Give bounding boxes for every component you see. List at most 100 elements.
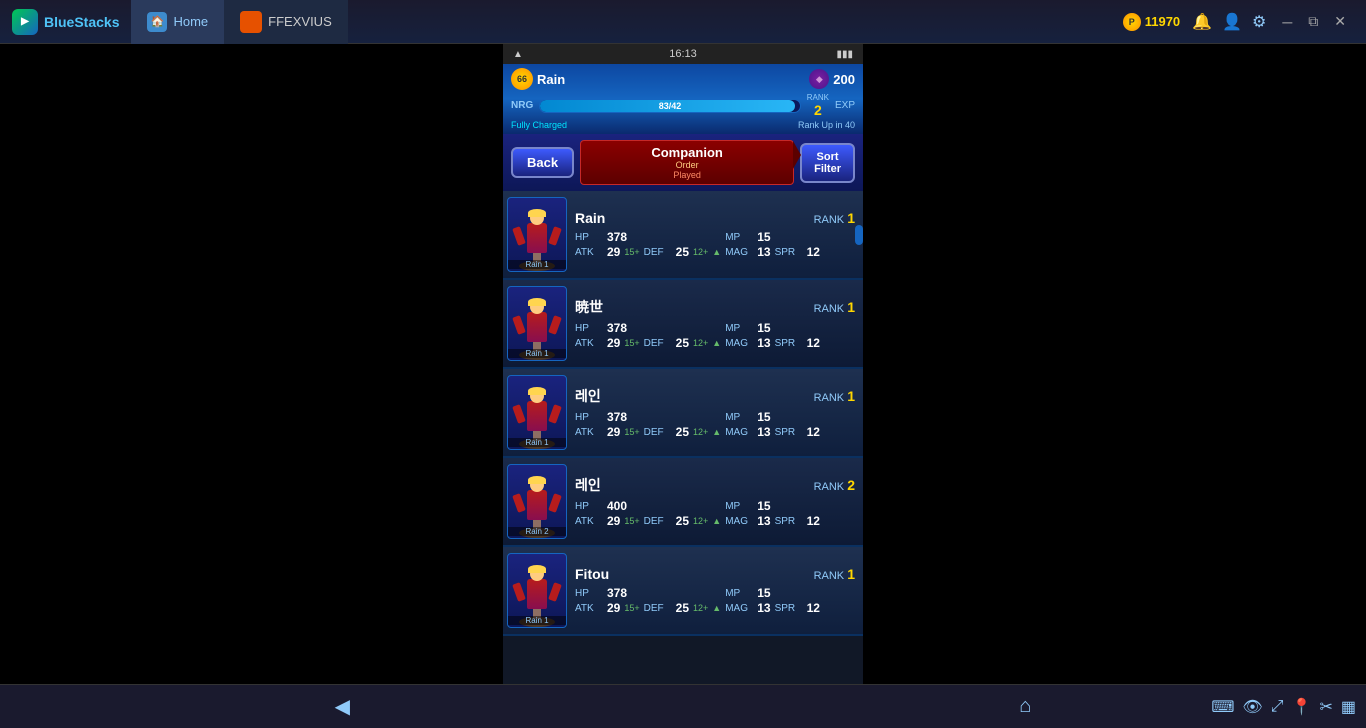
restore-button[interactable]: ⧉: [1304, 11, 1322, 32]
atk-stat: ATK 29 15+ DEF 25 12+ ▲: [575, 245, 721, 259]
stats-grid: HP 378 MP 15 ATK 29 15+ DEF 25 12+ ▲: [575, 410, 855, 439]
hp-stat: HP 378: [575, 410, 721, 424]
lapis-count: 200: [833, 72, 855, 87]
char-name: 暁世: [575, 297, 603, 317]
companion-stats: 暁世 RANK 1 HP 378 MP 15 ATK 29 15+ DEF 25: [575, 297, 855, 350]
rank-num: 2: [807, 102, 829, 118]
rank-up-text: Rank Up in 40: [798, 120, 855, 130]
stats-grid: HP 400 MP 15 ATK 29 15+ DEF 25 12+ ▲: [575, 499, 855, 528]
fully-charged-text: Fully Charged: [511, 120, 567, 130]
companion-tab[interactable]: Companion Order Played: [580, 140, 794, 185]
filter-label: Filter: [814, 163, 841, 175]
char-name: Fitou: [575, 566, 609, 582]
avatar-label: Rain 1: [508, 349, 566, 358]
home-taskbar-icon[interactable]: ⌂: [1019, 695, 1031, 718]
hud-row2: NRG 83/42 RANK 2 EXP: [511, 93, 855, 118]
hp-stat: HP 378: [575, 321, 721, 335]
close-button[interactable]: ✕: [1330, 11, 1350, 32]
list-item[interactable]: Rain 1 暁世 RANK 1 HP 378 MP 15 ATK 29 1: [503, 280, 863, 369]
status-bar: ▲ 16:13 ▮▮▮: [503, 44, 863, 64]
char-name: Rain: [575, 210, 605, 226]
app-name: BlueStacks: [44, 14, 119, 30]
exp-label: EXP: [835, 100, 855, 111]
lapis-icon: ◆: [809, 69, 829, 89]
eye-icon[interactable]: 👁: [1242, 697, 1262, 717]
keyboard-icon[interactable]: ⌨: [1211, 697, 1234, 717]
mag-stat: MAG 13 SPR 12: [725, 601, 855, 615]
companion-stats: Rain RANK 1 HP 378 MP 15 ATK 29 15+ DEF …: [575, 210, 855, 259]
companion-avatar: Rain 1: [507, 553, 567, 628]
coins-display: P 11970: [1123, 13, 1180, 31]
level-badge: 66: [511, 68, 533, 90]
stats-header: 레인 RANK 1: [575, 386, 855, 406]
companion-avatar: Rain 1: [507, 286, 567, 361]
char-name: 레인: [575, 475, 601, 495]
tab-home[interactable]: 🏠 Home: [131, 0, 224, 44]
mp-stat: MP 15: [725, 499, 855, 513]
nrg-label: NRG: [511, 100, 533, 111]
bs-logo-icon: ▶: [12, 9, 38, 35]
tab-game-label: FFEXVIUS: [268, 14, 332, 29]
hp-stat: HP 378: [575, 230, 721, 244]
player-lapis: ◆ 200: [809, 69, 855, 89]
bell-icon[interactable]: 🔔: [1192, 12, 1212, 32]
back-button[interactable]: Back: [511, 147, 574, 178]
list-item[interactable]: Rain 1 레인 RANK 1 HP 378 MP 15 ATK 29 1: [503, 369, 863, 458]
rank-info: RANK 2: [814, 477, 855, 493]
companion-stats: Fitou RANK 1 HP 378 MP 15 ATK 29 15+ DEF…: [575, 566, 855, 615]
wifi-icon: ▲: [513, 49, 523, 60]
location-icon[interactable]: 📍: [1292, 697, 1312, 717]
companion-avatar: Rain 2: [507, 464, 567, 539]
mp-stat: MP 15: [725, 410, 855, 424]
top-hud: 66 Rain ◆ 200 NRG 83/42 RANK 2 EXP Fully…: [503, 64, 863, 134]
list-item[interactable]: Rain 1 Rain RANK 1 HP 378 MP 15 ATK 29: [503, 191, 863, 280]
tab-game[interactable]: FFEXVIUS: [224, 0, 348, 44]
sort-filter-button[interactable]: Sort Filter: [800, 143, 855, 183]
coins-value: 11970: [1145, 14, 1180, 29]
played-label: Played: [589, 170, 785, 180]
mp-stat: MP 15: [725, 321, 855, 335]
sort-label: Sort: [814, 151, 841, 163]
expand-icon[interactable]: ⤢: [1271, 698, 1284, 716]
settings-icon[interactable]: ⚙: [1252, 12, 1266, 32]
back-taskbar-icon[interactable]: ◀: [335, 694, 350, 719]
char-name: 레인: [575, 386, 601, 406]
avatar-label: Rain 1: [508, 616, 566, 625]
mag-stat: MAG 13 SPR 12: [725, 425, 855, 439]
battery-icon: ▮▮▮: [836, 49, 853, 60]
mag-stat: MAG 13 SPR 12: [725, 245, 855, 259]
stats-header: Rain RANK 1: [575, 210, 855, 226]
profile-icon[interactable]: 👤: [1222, 12, 1242, 32]
list-item[interactable]: Rain 2 레인 RANK 2 HP 400 MP 15 ATK 29 1: [503, 458, 863, 547]
game-container: ▲ 16:13 ▮▮▮ 66 Rain ◆ 200 NRG 83/42 RANK…: [503, 44, 863, 728]
avatar-label: Rain 1: [508, 438, 566, 447]
nrg-text: 83/42: [540, 100, 800, 112]
stats-header: Fitou RANK 1: [575, 566, 855, 582]
taskbar-right: ⌨ 👁 ⤢ 📍 ✂ ▦: [1211, 697, 1356, 717]
hp-stat: HP 400: [575, 499, 721, 513]
order-label: Order: [589, 160, 785, 170]
title-bar-icons: 🔔 👤 ⚙: [1192, 12, 1266, 32]
rank-info: RANK 1: [814, 299, 855, 315]
list-item[interactable]: Rain 1 Fitou RANK 1 HP 378 MP 15 ATK 29: [503, 547, 863, 636]
mp-stat: MP 15: [725, 230, 855, 244]
minimize-button[interactable]: ─: [1278, 12, 1296, 32]
stats-header: 暁世 RANK 1: [575, 297, 855, 317]
more-icon[interactable]: ▦: [1341, 697, 1356, 717]
title-bar-right: P 11970 🔔 👤 ⚙ ─ ⧉ ✕: [1123, 11, 1366, 32]
scissors-icon[interactable]: ✂: [1319, 697, 1332, 717]
atk-stat: ATK 29 15+ DEF 25 12+ ▲: [575, 514, 721, 528]
stats-grid: HP 378 MP 15 ATK 29 15+ DEF 25 12+ ▲: [575, 586, 855, 615]
rank-info: RANK 1: [814, 388, 855, 404]
game-tab-icon: [240, 11, 262, 33]
mag-stat: MAG 13 SPR 12: [725, 514, 855, 528]
companion-stats: 레인 RANK 2 HP 400 MP 15 ATK 29 15+ DEF 25: [575, 475, 855, 528]
rank-info: RANK 1: [814, 210, 855, 226]
nav-bar: Back Companion Order Played Sort Filter: [503, 134, 863, 191]
tab-home-label: Home: [173, 14, 208, 29]
stats-header: 레인 RANK 2: [575, 475, 855, 495]
window-controls: ─ ⧉ ✕: [1278, 11, 1350, 32]
atk-stat: ATK 29 15+ DEF 25 12+ ▲: [575, 336, 721, 350]
atk-stat: ATK 29 15+ DEF 25 12+ ▲: [575, 601, 721, 615]
hp-stat: HP 378: [575, 586, 721, 600]
